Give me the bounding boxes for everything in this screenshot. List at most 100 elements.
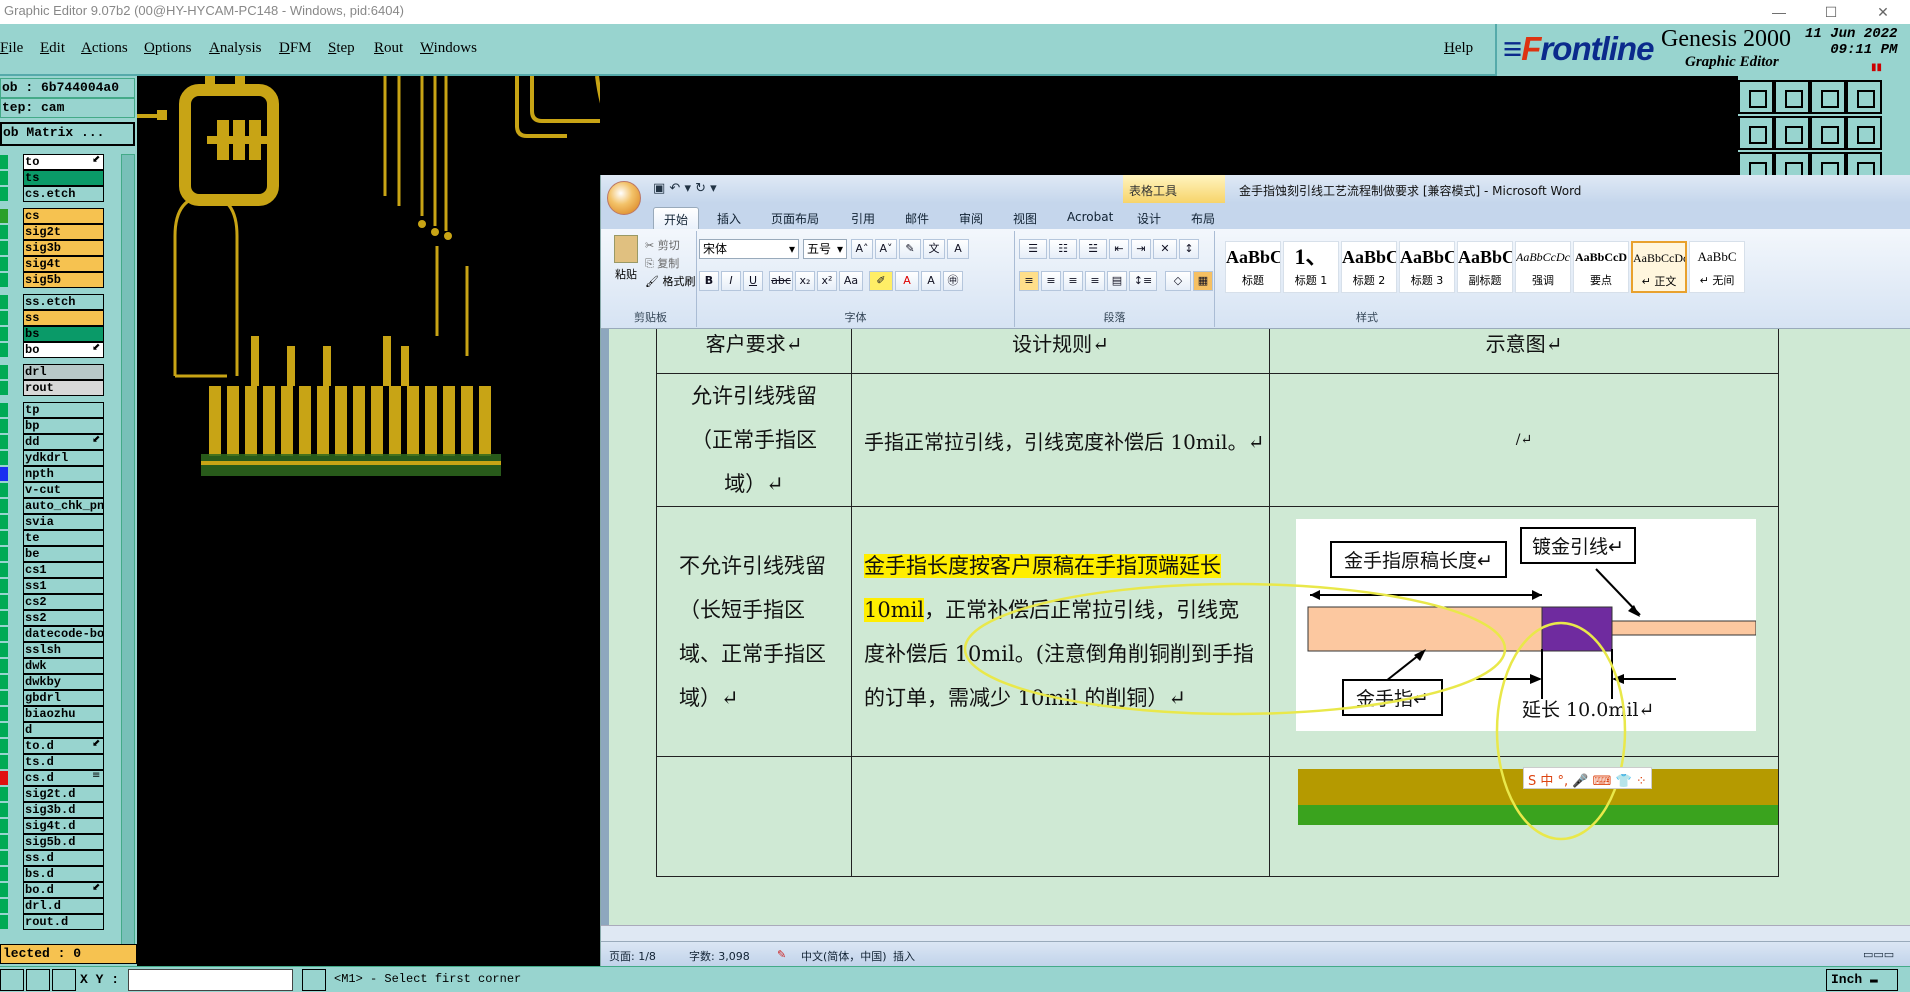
layer-row-cs[interactable]: cs [0,208,105,224]
layer-row-npth[interactable]: npth [0,466,105,482]
layer-row-d[interactable]: d [0,722,105,738]
layer-row-dwk[interactable]: dwk [0,658,105,674]
layer-row-sig3b.d[interactable]: sig3b.d [0,802,105,818]
menu-windows[interactable]: Windows [420,40,477,57]
layer-row-cs1[interactable]: cs1 [0,562,105,578]
tool-grid-icon[interactable] [1846,80,1882,114]
layer-row-sig4t.d[interactable]: sig4t.d [0,818,105,834]
decrease-indent-icon[interactable]: ⇤ [1109,239,1129,259]
style-subtitle[interactable]: AaBbC 副标题 [1457,241,1513,293]
layer-indicator[interactable] [0,209,8,223]
tab-design[interactable]: 设计 [1127,207,1171,229]
tab-home[interactable]: 开始 [653,207,700,229]
status-info-icon[interactable] [302,969,326,991]
layer-indicator[interactable] [0,675,8,689]
menu-help[interactable]: Help [1444,40,1473,57]
page-count[interactable]: 页面: 1/8 [609,948,656,964]
layer-row-bo.d[interactable]: bo.d ⬋ [0,882,105,898]
format-painter-button[interactable]: 🖌 格式刷 [645,273,695,289]
highlight-icon[interactable]: ✐ [869,271,893,291]
layer-indicator[interactable] [0,643,8,657]
layer-row-cs.d[interactable]: cs.d ≡ [0,770,105,786]
clear-format-icon[interactable]: ✎ [899,239,921,259]
layer-indicator[interactable] [0,295,8,309]
layer-indicator[interactable] [0,579,8,593]
increase-indent-icon[interactable]: ⇥ [1131,239,1151,259]
layer-indicator[interactable] [0,803,8,817]
layer-row-bs[interactable]: bs [0,326,105,342]
menu-options[interactable]: Options [144,40,192,57]
align-left-icon[interactable]: ≡ [1019,271,1039,291]
shading-icon[interactable]: ◇ [1165,271,1191,291]
char-border-icon[interactable]: A [947,239,969,259]
style-heading1[interactable]: 1、 标题 1 [1283,241,1339,293]
layer-indicator[interactable] [0,241,8,255]
layer-indicator[interactable] [0,867,8,881]
layer-row-biaozhu[interactable]: biaozhu [0,706,105,722]
layer-row-svia[interactable]: svia [0,514,105,530]
layer-indicator[interactable] [0,499,8,513]
xy-input[interactable] [128,969,293,991]
layer-indicator[interactable] [0,273,8,287]
layer-row-to.d[interactable]: to.d ⬋ [0,738,105,754]
tab-references[interactable]: 引用 [841,207,885,229]
layer-indicator[interactable] [0,171,8,185]
layer-row-ss2[interactable]: ss2 [0,610,105,626]
layer-indicator[interactable] [0,531,8,545]
layer-indicator[interactable] [0,771,8,785]
layer-indicator[interactable] [0,467,8,481]
layer-indicator[interactable] [0,187,8,201]
layer-indicator[interactable] [0,225,8,239]
bold-icon[interactable]: B [699,271,719,291]
menu-file[interactable]: File [0,40,23,57]
font-size-combo[interactable]: 五号 ▾ [803,239,847,259]
status-grid-icon[interactable] [52,969,76,991]
layer-indicator[interactable] [0,155,8,169]
word-hscrollbar[interactable] [601,925,1910,941]
layer-row-ss1[interactable]: ss1 [0,578,105,594]
layer-indicator[interactable] [0,899,8,913]
layer-indicator[interactable] [0,257,8,271]
tool-export-icon[interactable] [1774,116,1810,150]
layer-row-to[interactable]: to ⬋ [0,154,105,170]
document-area[interactable]: 客户要求↵ 设计规则↵ 示意图↵ 允许引线残留（正常手指区域）↵ 手指正常拉引线… [601,329,1910,941]
layer-indicator[interactable] [0,915,8,929]
tab-view[interactable]: 视图 [1003,207,1047,229]
layer-indicator[interactable] [0,611,8,625]
style-heading3[interactable]: AaBbC 标题 3 [1399,241,1455,293]
document-page[interactable]: 客户要求↵ 设计规则↵ 示意图↵ 允许引线残留（正常手指区域）↵ 手指正常拉引线… [609,329,1910,941]
word-count[interactable]: 字数: 3,098 [689,948,750,964]
style-normal[interactable]: AaBbCcDc ↵ 正文 [1631,241,1687,293]
layer-row-sig4t[interactable]: sig4t [0,256,105,272]
layer-row-ss.etch[interactable]: ss.etch [0,294,105,310]
style-emphasis[interactable]: AaBbCcDc 强调 [1515,241,1571,293]
tab-review[interactable]: 审阅 [949,207,993,229]
grow-font-icon[interactable]: A˄ [851,239,873,259]
layer-indicator[interactable] [0,755,8,769]
language[interactable]: 中文(简体，中国) [801,948,887,964]
strikethrough-icon[interactable]: abc [769,271,793,291]
align-right-icon[interactable]: ≡ [1063,271,1083,291]
layer-indicator[interactable] [0,659,8,673]
layer-indicator[interactable] [0,707,8,721]
layer-indicator[interactable] [0,419,8,433]
layer-indicator[interactable] [0,403,8,417]
tab-insert[interactable]: 插入 [707,207,751,229]
numbering-icon[interactable]: ☷ [1049,239,1077,259]
layer-indicator[interactable] [0,365,8,379]
tab-layout[interactable]: 布局 [1181,207,1225,229]
layer-row-sig5b[interactable]: sig5b [0,272,105,288]
menu-edit[interactable]: Edit [40,40,65,57]
layer-row-tp[interactable]: tp [0,402,105,418]
align-center-icon[interactable]: ≡ [1041,271,1061,291]
tool-home-icon[interactable] [1738,80,1774,114]
status-filter-icon[interactable] [0,969,24,991]
layer-row-sslsh[interactable]: sslsh [0,642,105,658]
office-button-icon[interactable] [607,181,641,215]
layer-row-drl.d[interactable]: drl.d [0,898,105,914]
layer-indicator[interactable] [0,819,8,833]
layer-row-ss[interactable]: ss [0,310,105,326]
view-buttons-icon[interactable]: ▭▭▭ [1863,948,1894,961]
layer-row-sig5b.d[interactable]: sig5b.d [0,834,105,850]
line-spacing-icon[interactable]: ↕≡ [1129,271,1157,291]
